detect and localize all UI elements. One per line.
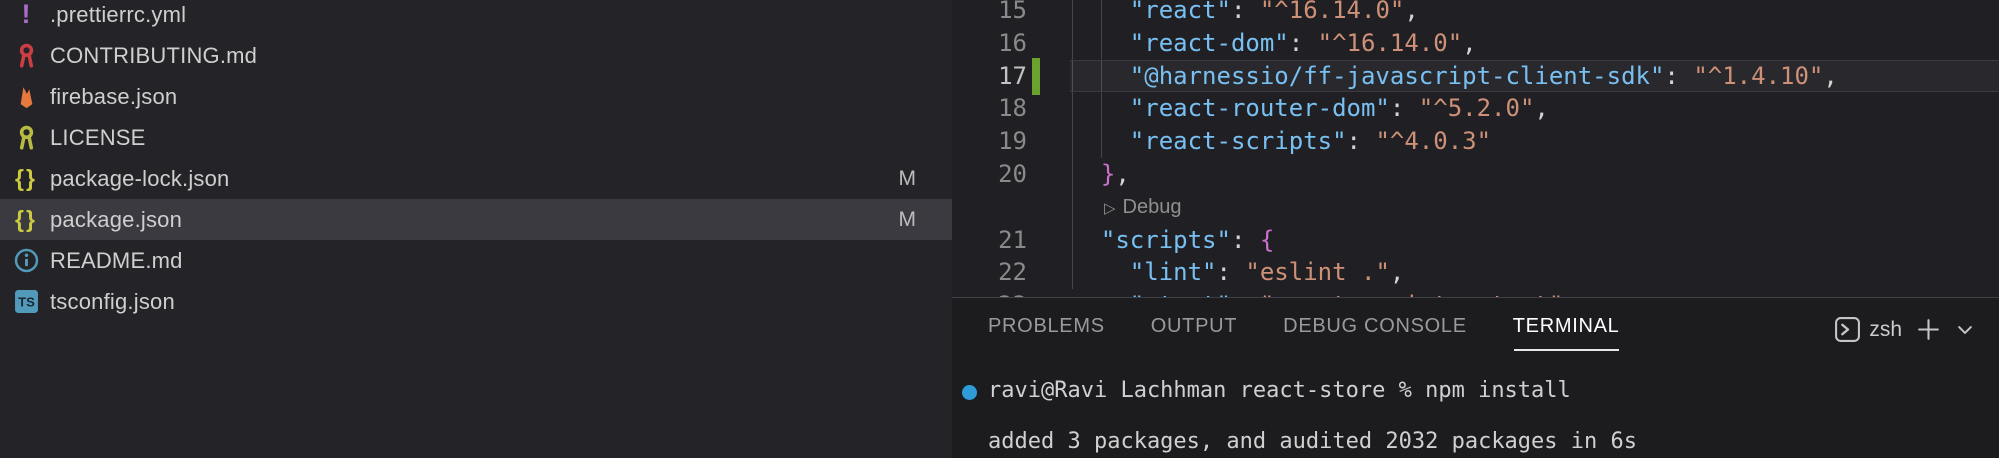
file-name: tsconfig.json bbox=[50, 289, 175, 315]
file-name: LICENSE bbox=[50, 125, 146, 151]
file-name: package.json bbox=[50, 207, 182, 233]
line-number: 17 bbox=[952, 60, 1027, 93]
line-number: 23 bbox=[952, 289, 1027, 297]
file-explorer: ! .prettierrc.yml CONTRIBUTING.md firebase.… bbox=[0, 0, 952, 458]
terminal-output[interactable]: ravi@Ravi Lachhman react-store % npm ins… bbox=[952, 358, 1999, 458]
file-row-README.md[interactable]: README.md bbox=[0, 240, 952, 281]
file-row-tsconfig.json[interactable]: TS tsconfig.json bbox=[0, 281, 952, 322]
code-text: "react-router-dom": "^5.2.0", bbox=[1072, 92, 1549, 125]
bottom-panel: PROBLEMS OUTPUT DEBUG CONSOLE TERMINAL zsh bbox=[952, 297, 1999, 458]
file-name: .prettierrc.yml bbox=[50, 2, 186, 28]
line-number: 19 bbox=[952, 125, 1027, 158]
terminal-icon bbox=[1834, 316, 1861, 343]
chevron-down-icon[interactable] bbox=[1955, 320, 1975, 340]
code-text: "react-dom": "^16.14.0", bbox=[1072, 27, 1477, 60]
terminal-line: ravi@Ravi Lachhman react-store % npm ins… bbox=[988, 378, 1571, 403]
code-line-22[interactable]: 22 "lint": "eslint .", bbox=[952, 256, 1999, 289]
line-number: 21 bbox=[952, 224, 1027, 257]
ribbon-icon bbox=[12, 42, 40, 70]
code-line-18[interactable]: 18 "react-router-dom": "^5.2.0", bbox=[952, 92, 1999, 125]
prettier-icon: ! bbox=[12, 1, 40, 29]
git-modified-badge: M bbox=[899, 158, 917, 199]
panel-tab-debug-console[interactable]: DEBUG CONSOLE bbox=[1283, 315, 1467, 351]
code-text: "scripts": { bbox=[1072, 224, 1274, 257]
codelens-debug-link[interactable]: ▷ Debug bbox=[1104, 191, 1181, 224]
svg-text:TS: TS bbox=[18, 295, 35, 310]
code-line-20[interactable]: 20 }, bbox=[952, 158, 1999, 191]
line-number: 20 bbox=[952, 158, 1027, 191]
terminal-line: added 3 packages, and audited 2032 packa… bbox=[988, 429, 1637, 454]
codelens-row: ▷ Debug bbox=[952, 191, 1999, 224]
command-decoration-dot bbox=[962, 385, 977, 400]
braces-icon: {} bbox=[12, 165, 40, 193]
code-line-19[interactable]: 19 "react-scripts": "^4.0.3" bbox=[952, 125, 1999, 158]
panel-tab-bar: PROBLEMS OUTPUT DEBUG CONSOLE TERMINAL bbox=[988, 315, 1620, 351]
code-text: "@harnessio/ff-javascript-client-sdk": "… bbox=[1072, 60, 1838, 93]
line-number: 16 bbox=[952, 27, 1027, 60]
code-line-17[interactable]: 17 "@harnessio/ff-javascript-client-sdk"… bbox=[952, 60, 1999, 93]
file-name: README.md bbox=[50, 248, 183, 274]
file-row-package-lock.json[interactable]: {} package-lock.json M bbox=[0, 158, 952, 199]
file-row-LICENSE[interactable]: LICENSE bbox=[0, 117, 952, 158]
line-number: 18 bbox=[952, 92, 1027, 125]
code-editor[interactable]: 15 "react": "^16.14.0",16 "react-dom": "… bbox=[952, 0, 1999, 297]
code-text: "lint": "eslint .", bbox=[1072, 256, 1404, 289]
flame-icon bbox=[12, 83, 40, 111]
code-text: "react-scripts": "^4.0.3" bbox=[1072, 125, 1491, 158]
play-outline-icon: ▷ bbox=[1104, 200, 1116, 217]
braces-icon: {} bbox=[12, 206, 40, 234]
panel-tab-terminal[interactable]: TERMINAL bbox=[1513, 315, 1620, 351]
ribbon-icon bbox=[12, 124, 40, 152]
code-line-21[interactable]: 21 "scripts": { bbox=[952, 224, 1999, 257]
file-row-.prettierrc.yml[interactable]: ! .prettierrc.yml bbox=[0, 0, 952, 35]
line-number: 22 bbox=[952, 256, 1027, 289]
shell-label: zsh bbox=[1869, 318, 1902, 342]
file-row-CONTRIBUTING.md[interactable]: CONTRIBUTING.md bbox=[0, 35, 952, 76]
terminal-controls: zsh bbox=[1834, 316, 1975, 343]
panel-tab-output[interactable]: OUTPUT bbox=[1151, 315, 1237, 351]
vscode-window: ! .prettierrc.yml CONTRIBUTING.md firebase.… bbox=[0, 0, 1999, 458]
info-icon bbox=[12, 247, 40, 275]
line-number: 15 bbox=[952, 0, 1027, 27]
file-row-package.json[interactable]: {} package.json M bbox=[0, 199, 952, 240]
codelens-label: Debug bbox=[1123, 196, 1182, 218]
file-name: firebase.json bbox=[50, 84, 177, 110]
panel-tab-problems[interactable]: PROBLEMS bbox=[988, 315, 1105, 351]
code-text: "start": "react-scripts start", bbox=[1072, 289, 1578, 297]
code-text: "react": "^16.14.0", bbox=[1072, 0, 1419, 27]
new-terminal-button[interactable] bbox=[1915, 316, 1942, 343]
file-row-firebase.json[interactable]: firebase.json bbox=[0, 76, 952, 117]
code-text: }, bbox=[1072, 158, 1130, 191]
git-modified-badge: M bbox=[899, 199, 917, 240]
file-name: package-lock.json bbox=[50, 166, 230, 192]
code-line-15[interactable]: 15 "react": "^16.14.0", bbox=[952, 0, 1999, 27]
ts-icon: TS bbox=[12, 288, 40, 316]
file-name: CONTRIBUTING.md bbox=[50, 43, 257, 69]
shell-selector[interactable]: zsh bbox=[1834, 316, 1902, 343]
code-line-16[interactable]: 16 "react-dom": "^16.14.0", bbox=[952, 27, 1999, 60]
code-line-23[interactable]: 23 "start": "react-scripts start", bbox=[952, 289, 1999, 297]
